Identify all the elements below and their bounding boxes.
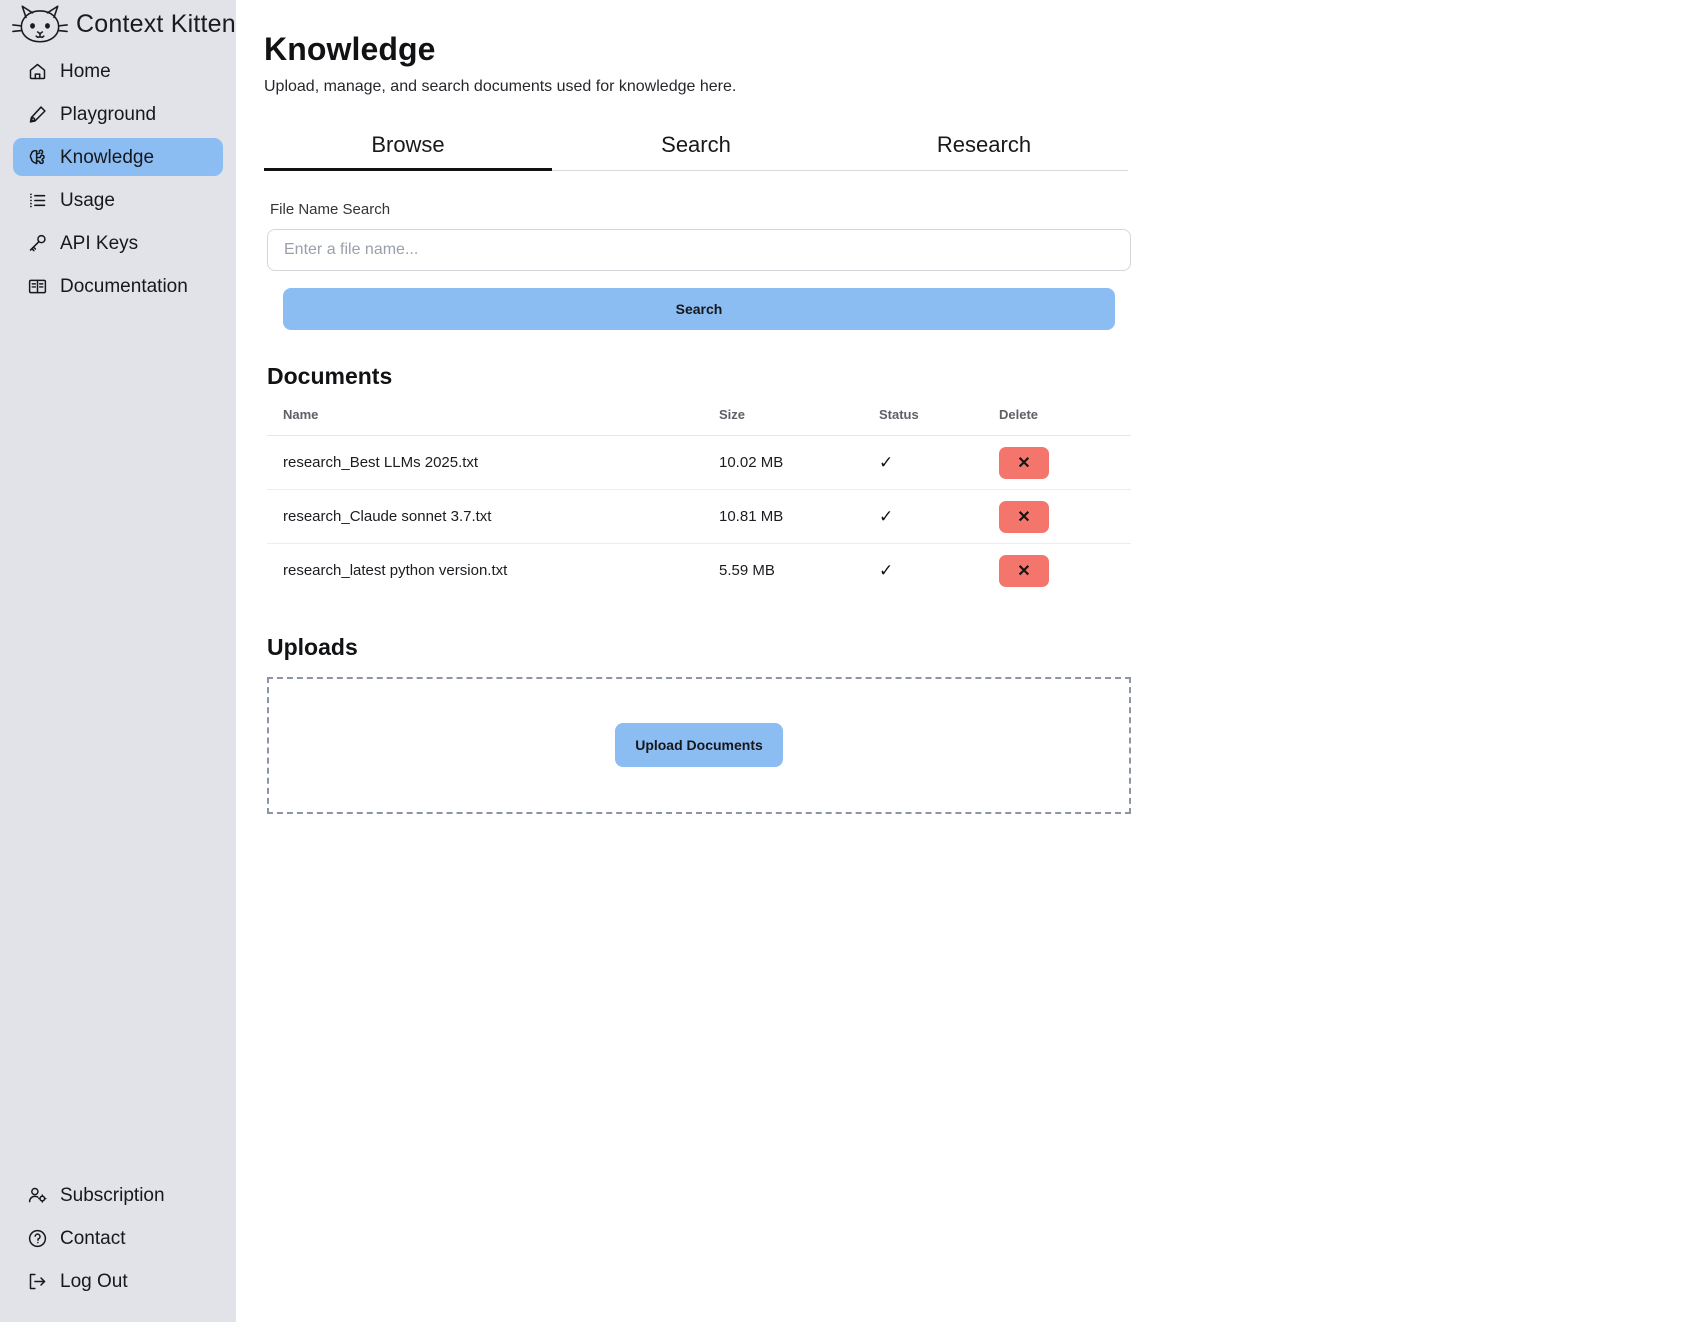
book-icon xyxy=(26,275,48,297)
document-name: research_latest python version.txt xyxy=(283,562,508,580)
table-row: research_latest python version.txt 5.59 … xyxy=(267,544,1131,598)
sidebar-item-home[interactable]: Home xyxy=(13,52,223,90)
sidebar-item-label: Knowledge xyxy=(60,146,155,168)
delete-button[interactable]: ✕ xyxy=(999,446,1049,479)
sidebar-item-knowledge[interactable]: Knowledge xyxy=(13,138,223,176)
sidebar-item-label: API Keys xyxy=(60,232,139,254)
sidebar-item-subscription[interactable]: Subscription xyxy=(13,1176,223,1214)
logout-icon xyxy=(26,1270,48,1292)
document-name: research_Best LLMs 2025.txt xyxy=(267,435,719,491)
question-circle-icon xyxy=(26,1227,48,1249)
brain-icon xyxy=(26,146,48,168)
delete-button[interactable]: ✕ xyxy=(999,500,1049,533)
sidebar-item-label: Home xyxy=(60,60,111,82)
tab-browse[interactable]: Browse xyxy=(264,126,552,172)
tab-research[interactable]: Research xyxy=(840,126,1128,170)
delete-cell: ✕ xyxy=(999,489,1131,545)
document-size: 5.59 MB xyxy=(719,562,775,580)
delete-cell: ✕ xyxy=(999,544,1131,598)
column-header-size: Size xyxy=(719,407,879,437)
sidebar-item-label: Playground xyxy=(60,103,157,125)
app-root: Context Kitten Home Playground Knowledge… xyxy=(0,0,1705,1322)
upload-dropzone[interactable]: Upload Documents xyxy=(267,676,1131,814)
main-content: Knowledge Upload, manage, and search doc… xyxy=(236,0,1705,1322)
upload-documents-button[interactable]: Upload Documents xyxy=(615,723,783,768)
sidebar-item-usage[interactable]: Usage xyxy=(13,181,223,219)
page-subtitle: Upload, manage, and search documents use… xyxy=(264,78,737,96)
documents-table: Name Size Status Delete research_Best LL… xyxy=(267,407,1131,598)
document-size: 10.02 MB xyxy=(719,435,879,491)
documents-heading: Documents xyxy=(267,363,393,390)
home-icon xyxy=(26,60,48,82)
table-header-row: Name Size Status Delete xyxy=(267,407,1131,437)
pen-icon xyxy=(26,103,48,125)
search-input[interactable] xyxy=(267,229,1131,272)
table-header: Name Size Status Delete xyxy=(267,407,1131,437)
sidebar-item-playground[interactable]: Playground xyxy=(13,95,223,133)
sidebar-item-label: Usage xyxy=(60,189,115,211)
sidebar-item-contact[interactable]: Contact xyxy=(13,1219,223,1257)
sidebar-item-label: Subscription xyxy=(60,1184,165,1206)
status-check-icon: ✓ xyxy=(879,560,894,580)
table-body: research_Best LLMs 2025.txt 10.02 MB ✓ ✕… xyxy=(267,435,1131,598)
brand: Context Kitten xyxy=(0,0,236,52)
sidebar-item-api-keys[interactable]: API Keys xyxy=(13,224,223,262)
table-row: research_Claude sonnet 3.7.txt 10.81 MB … xyxy=(267,489,1131,545)
cat-face-icon xyxy=(12,2,68,46)
delete-cell: ✕ xyxy=(999,435,1131,491)
sidebar-item-label: Log Out xyxy=(60,1270,128,1292)
uploads-heading: Uploads xyxy=(267,633,358,660)
page-title: Knowledge xyxy=(264,31,436,67)
sidebar-item-documentation[interactable]: Documentation xyxy=(13,267,223,305)
table-row: research_Best LLMs 2025.txt 10.02 MB ✓ ✕ xyxy=(267,435,1131,491)
status-check-icon: ✓ xyxy=(879,489,999,545)
list-icon xyxy=(26,189,48,211)
delete-button[interactable]: ✕ xyxy=(999,554,1049,587)
column-header-name: Name xyxy=(267,407,719,437)
file-name-search-label: File Name Search xyxy=(270,201,391,219)
document-size: 10.81 MB xyxy=(719,489,879,545)
tab-bar: Browse Search Research xyxy=(264,126,1128,172)
user-gear-icon xyxy=(26,1184,48,1206)
tab-search[interactable]: Search xyxy=(552,126,840,170)
search-button[interactable]: Search xyxy=(283,288,1115,331)
sidebar: Context Kitten Home Playground Knowledge… xyxy=(0,0,236,1322)
sidebar-item-label: Contact xyxy=(60,1227,126,1249)
brand-name: Context Kitten xyxy=(76,9,236,38)
sidebar-nav-secondary: Subscription Contact Log Out xyxy=(0,1176,236,1322)
column-header-status: Status xyxy=(879,407,999,437)
sidebar-item-log-out[interactable]: Log Out xyxy=(13,1262,223,1300)
sidebar-nav-primary: Home Playground Knowledge Usage API Keys… xyxy=(0,52,236,305)
key-icon xyxy=(26,232,48,254)
status-check-icon: ✓ xyxy=(879,435,999,491)
column-header-delete: Delete xyxy=(999,407,1131,437)
sidebar-item-label: Documentation xyxy=(60,275,188,297)
document-name: research_Claude sonnet 3.7.txt xyxy=(267,489,719,545)
